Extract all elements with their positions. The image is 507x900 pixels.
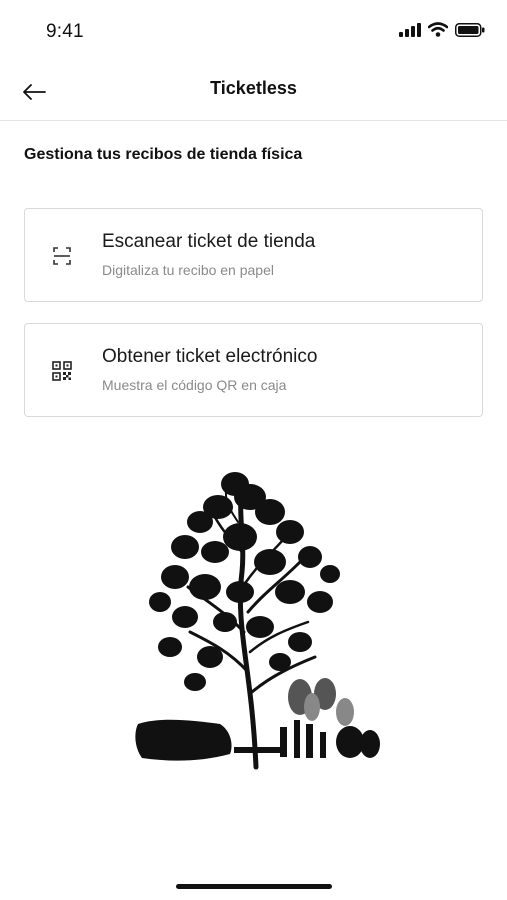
cellular-signal-icon	[399, 22, 421, 37]
status-time: 9:41	[46, 21, 84, 42]
electronic-ticket-subtitle: Muestra el código QR en caja	[102, 377, 287, 393]
section-title: Gestiona tus recibos de tienda física	[24, 146, 303, 163]
status-icons	[399, 22, 485, 37]
wifi-icon	[428, 22, 448, 37]
battery-icon	[455, 22, 485, 37]
electronic-ticket-card[interactable]: Obtener ticket electrónico Muestra el có…	[24, 323, 483, 417]
navigation-bar: Ticketless	[0, 64, 507, 121]
scan-ticket-card[interactable]: Escanear ticket de tienda Digitaliza tu …	[24, 208, 483, 302]
scan-ticket-title: Escanear ticket de tienda	[102, 231, 316, 252]
qr-code-icon	[52, 361, 72, 381]
scan-frame-icon	[53, 247, 71, 265]
tree-illustration	[135, 472, 380, 770]
scan-ticket-subtitle: Digitaliza tu recibo en papel	[102, 262, 274, 278]
status-bar: 9:41	[0, 0, 507, 64]
home-indicator	[176, 884, 332, 889]
electronic-ticket-title: Obtener ticket electrónico	[102, 346, 318, 367]
page-title: Ticketless	[210, 78, 297, 98]
